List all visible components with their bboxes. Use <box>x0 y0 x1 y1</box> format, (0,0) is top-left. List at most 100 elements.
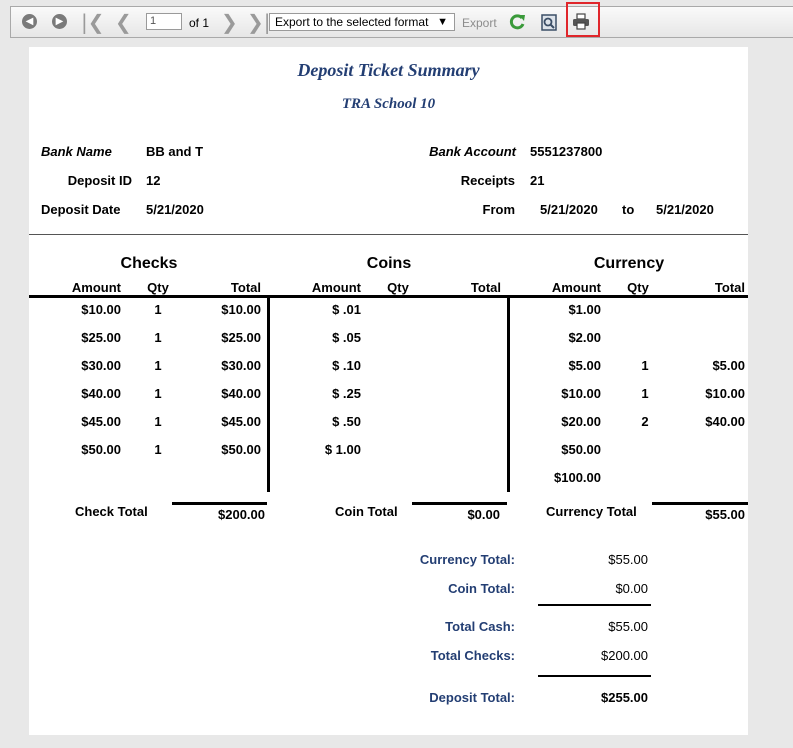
back-button[interactable]: ◀ <box>22 14 37 29</box>
page-count-label: of 1 <box>189 16 210 30</box>
summary-total-checks-label: Total Checks: <box>430 648 515 663</box>
report-page: Deposit Ticket Summary TRA School 10 Ban… <box>29 47 748 735</box>
checks-total-header: Total <box>230 280 261 295</box>
table-cell: $10.00 <box>221 302 261 317</box>
table-cell: $ .25 <box>332 386 361 401</box>
coins-qty-header: Qty <box>387 280 409 295</box>
bank-name-label: Bank Name <box>41 144 112 159</box>
summary-currency-total-label: Currency Total: <box>419 552 515 567</box>
deposit-id-label: Deposit ID <box>67 173 132 188</box>
table-cell: $40.00 <box>81 386 121 401</box>
forward-button[interactable]: ▶ <box>52 14 67 29</box>
table-cell: 1 <box>641 386 649 401</box>
table-cell: 1 <box>641 358 649 373</box>
currency-amount-header: Amount <box>551 280 601 295</box>
next-page-icon: ❯ <box>221 10 238 34</box>
report-title: Deposit Ticket Summary <box>297 60 480 80</box>
column-header-rule <box>29 295 748 298</box>
table-cell: $ .05 <box>332 330 361 345</box>
currency-total-label: Currency Total <box>546 504 637 519</box>
table-cell: 1 <box>154 330 162 345</box>
checks-amount-header: Amount <box>71 280 121 295</box>
export-format-select[interactable]: Export to the selected format ▼ <box>269 13 455 31</box>
checks-heading: Checks <box>120 255 178 272</box>
currency-qty-header: Qty <box>627 280 649 295</box>
summary-coin-total-value: $0.00 <box>615 581 648 596</box>
receipts-label: Receipts <box>460 173 515 188</box>
chevron-down-icon: ▼ <box>437 16 448 28</box>
first-page-icon: |❮ <box>81 10 105 34</box>
table-cell: $5.00 <box>568 358 601 373</box>
summary-coin-total-label: Coin Total: <box>448 581 515 596</box>
currency-total-header: Total <box>714 280 745 295</box>
to-date: 5/21/2020 <box>656 202 714 217</box>
table-cell: 1 <box>154 358 162 373</box>
table-cell: $1.00 <box>568 302 601 317</box>
summary-cash-rule <box>538 604 651 606</box>
table-cell: $30.00 <box>221 358 261 373</box>
table-cell: 1 <box>154 414 162 429</box>
summary-currency-total-value: $55.00 <box>608 552 648 567</box>
prev-page-button[interactable]: ❮ <box>115 12 132 32</box>
bank-account-label: Bank Account <box>429 144 516 159</box>
header-divider <box>29 234 748 235</box>
table-cell: $30.00 <box>81 358 121 373</box>
export-format-value: Export to the selected format <box>275 15 429 29</box>
table-cell: $25.00 <box>81 330 121 345</box>
summary-deposit-total-value: $255.00 <box>601 690 648 705</box>
last-page-button[interactable]: ❯| <box>247 12 271 32</box>
summary-deposit-total-label: Deposit Total: <box>429 690 515 705</box>
coin-total-rule <box>412 502 507 505</box>
table-cell: 1 <box>154 386 162 401</box>
school-name: TRA School 10 <box>341 96 436 112</box>
table-cell: $25.00 <box>221 330 261 345</box>
check-total-label: Check Total <box>75 504 148 519</box>
coins-currency-divider <box>507 296 510 492</box>
table-cell: 1 <box>154 442 162 457</box>
table-cell: 1 <box>154 302 162 317</box>
deposit-date-value: 5/21/2020 <box>146 202 204 217</box>
table-cell: $40.00 <box>705 414 745 429</box>
table-cell: $10.00 <box>561 386 601 401</box>
currency-total-rule <box>652 502 748 505</box>
deposit-date-label: Deposit Date <box>41 202 121 217</box>
summary-deposit-rule <box>538 675 651 677</box>
table-cell: $ .01 <box>332 302 361 317</box>
first-page-button[interactable]: |❮ <box>81 12 105 32</box>
deposit-id-value: 12 <box>146 173 161 188</box>
zoom-button[interactable] <box>539 12 559 32</box>
table-cell: $100.00 <box>554 470 601 485</box>
coin-total-value: $0.00 <box>467 507 500 522</box>
refresh-button[interactable] <box>507 12 527 32</box>
table-cell: $45.00 <box>81 414 121 429</box>
table-cell: $10.00 <box>81 302 121 317</box>
back-icon: ◀ <box>22 14 37 29</box>
next-page-button[interactable]: ❯ <box>221 12 238 32</box>
table-cell: $2.00 <box>568 330 601 345</box>
refresh-icon <box>509 14 525 30</box>
from-date: 5/21/2020 <box>540 202 598 217</box>
bank-account-value: 5551237800 <box>530 144 603 159</box>
table-cell: $ 1.00 <box>324 442 361 457</box>
table-cell: $50.00 <box>221 442 261 457</box>
forward-icon: ▶ <box>52 14 67 29</box>
export-button[interactable]: Export <box>462 16 497 30</box>
zoom-icon <box>541 14 557 31</box>
table-cell: $ .50 <box>332 414 361 429</box>
check-total-value: $200.00 <box>218 507 265 522</box>
table-cell: $10.00 <box>705 386 745 401</box>
page-number-input[interactable]: 1 <box>146 13 182 30</box>
print-highlight <box>566 2 600 37</box>
currency-heading: Currency <box>593 255 665 272</box>
last-page-icon: ❯| <box>247 10 271 34</box>
coins-total-header: Total <box>470 280 501 295</box>
bank-name-value: BB and T <box>146 144 204 159</box>
coins-amount-header: Amount <box>311 280 361 295</box>
table-cell: 2 <box>641 414 649 429</box>
table-cell: $5.00 <box>712 358 745 373</box>
summary-total-cash-value: $55.00 <box>608 619 648 634</box>
to-label: to <box>622 202 635 217</box>
table-cell: $45.00 <box>221 414 261 429</box>
report-toolbar: ◀ ▶ |❮ ❮ 1 of 1 ❯ ❯| Export to the selec… <box>10 2 793 38</box>
summary-total-checks-value: $200.00 <box>601 648 648 663</box>
